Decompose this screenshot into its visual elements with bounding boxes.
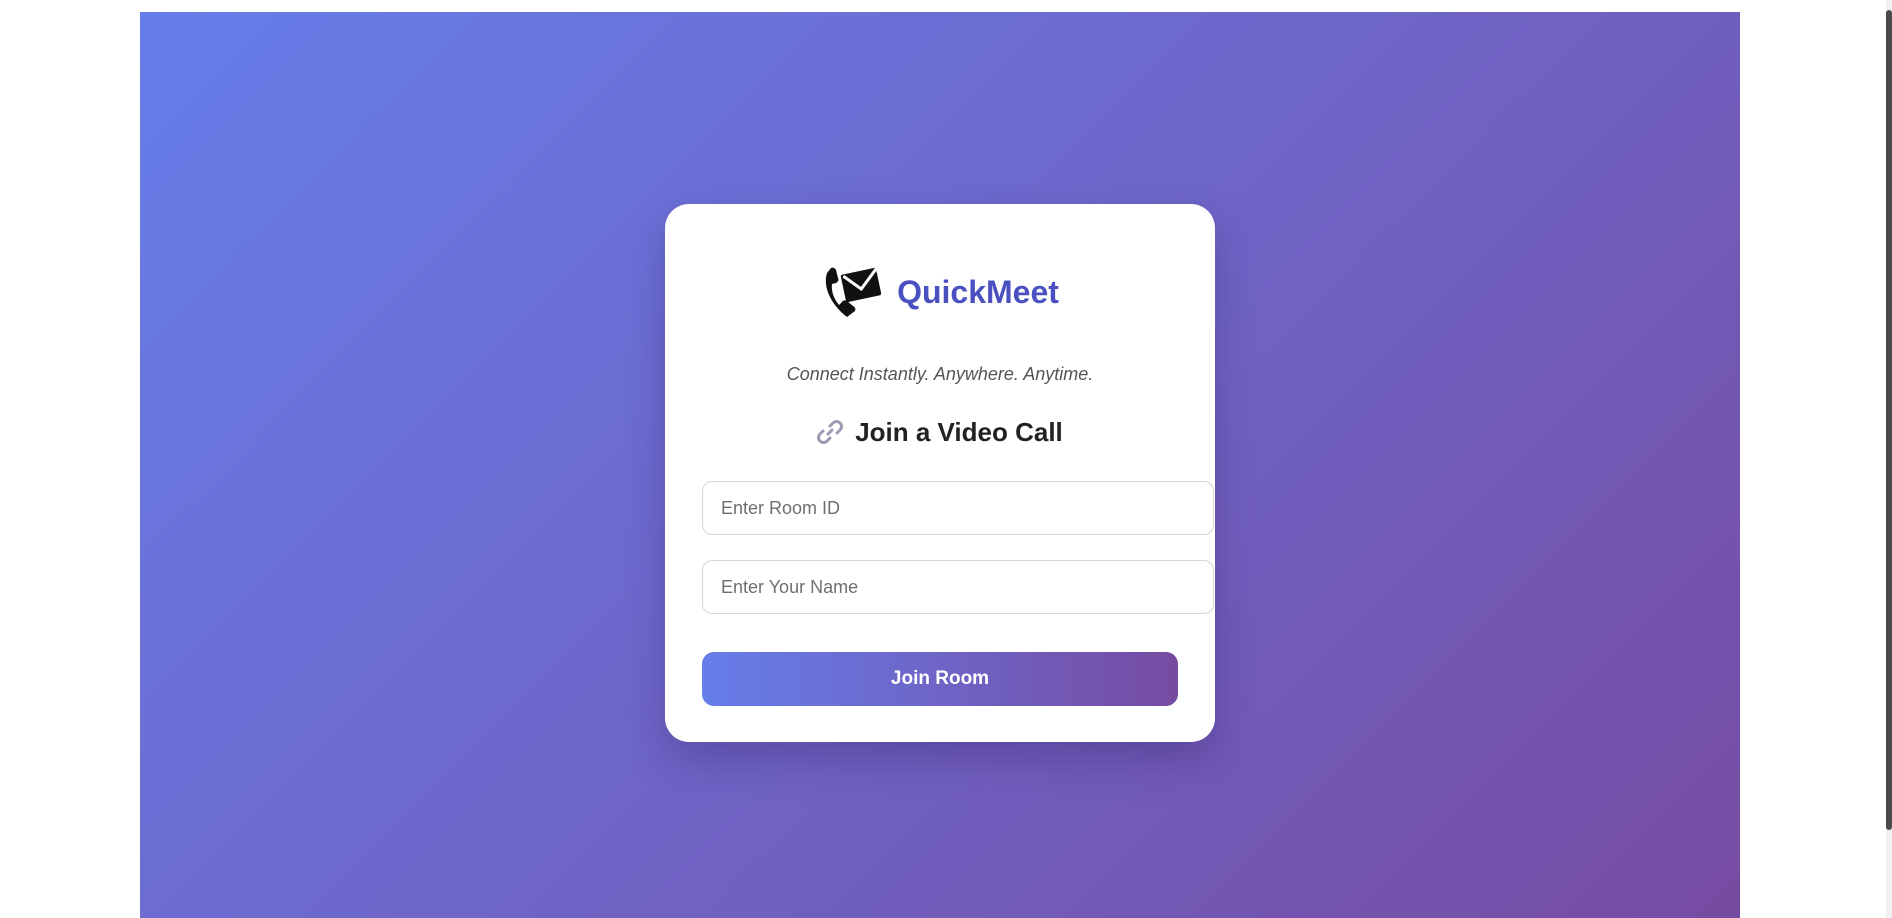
join-room-button[interactable]: Join Room bbox=[702, 652, 1178, 706]
join-card: QuickMeet Connect Instantly. Anywhere. A… bbox=[665, 204, 1215, 742]
brand-name: QuickMeet bbox=[897, 273, 1059, 310]
page-background: QuickMeet Connect Instantly. Anywhere. A… bbox=[140, 12, 1740, 918]
scrollbar-thumb[interactable] bbox=[1886, 10, 1892, 830]
brand-header: QuickMeet bbox=[665, 262, 1215, 322]
tagline: Connect Instantly. Anywhere. Anytime. bbox=[786, 364, 1094, 384]
link-icon bbox=[817, 419, 844, 445]
page-scrollbar[interactable] bbox=[1886, 0, 1892, 918]
room-id-input[interactable] bbox=[702, 481, 1214, 535]
name-input[interactable] bbox=[702, 560, 1214, 614]
join-heading-text: Join a Video Call bbox=[855, 416, 1063, 447]
phone-envelope-icon bbox=[821, 263, 882, 321]
join-heading: Join a Video Call bbox=[665, 412, 1215, 452]
